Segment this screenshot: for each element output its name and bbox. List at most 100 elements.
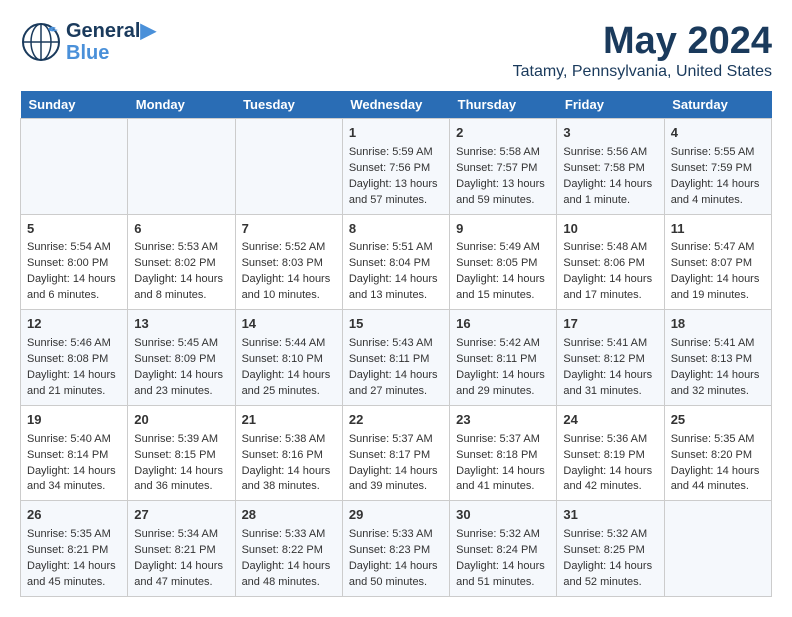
cell-content-line: Daylight: 14 hours and 23 minutes. <box>134 368 228 400</box>
calendar-cell: 31Sunrise: 5:32 AMSunset: 8:25 PMDayligh… <box>557 501 664 597</box>
day-number: 9 <box>456 220 550 239</box>
page-header: General▶ Blue May 2024 Tatamy, Pennsylva… <box>20 20 772 81</box>
cell-content-line: Sunset: 8:02 PM <box>134 256 228 272</box>
calendar-cell: 9Sunrise: 5:49 AMSunset: 8:05 PMDaylight… <box>450 214 557 310</box>
calendar-cell: 13Sunrise: 5:45 AMSunset: 8:09 PMDayligh… <box>128 310 235 406</box>
cell-content-line: Daylight: 14 hours and 42 minutes. <box>563 464 657 496</box>
calendar-cell: 6Sunrise: 5:53 AMSunset: 8:02 PMDaylight… <box>128 214 235 310</box>
calendar-week-row: 19Sunrise: 5:40 AMSunset: 8:14 PMDayligh… <box>21 405 772 501</box>
cell-content-line: Sunrise: 5:45 AM <box>134 336 228 352</box>
calendar-cell: 22Sunrise: 5:37 AMSunset: 8:17 PMDayligh… <box>342 405 449 501</box>
calendar-cell: 16Sunrise: 5:42 AMSunset: 8:11 PMDayligh… <box>450 310 557 406</box>
day-number: 3 <box>563 124 657 143</box>
day-number: 11 <box>671 220 765 239</box>
cell-content-line: Sunrise: 5:38 AM <box>242 432 336 448</box>
cell-content-line: Sunset: 8:11 PM <box>349 352 443 368</box>
cell-content-line: Sunrise: 5:47 AM <box>671 240 765 256</box>
cell-content-line: Sunset: 8:17 PM <box>349 448 443 464</box>
day-number: 20 <box>134 411 228 430</box>
calendar-header-row: SundayMondayTuesdayWednesdayThursdayFrid… <box>21 91 772 119</box>
cell-content-line: Sunset: 8:18 PM <box>456 448 550 464</box>
day-number: 22 <box>349 411 443 430</box>
cell-content-line: Daylight: 14 hours and 27 minutes. <box>349 368 443 400</box>
calendar-cell: 21Sunrise: 5:38 AMSunset: 8:16 PMDayligh… <box>235 405 342 501</box>
cell-content-line: Sunset: 8:21 PM <box>27 543 121 559</box>
cell-content-line: Sunset: 8:21 PM <box>134 543 228 559</box>
cell-content-line: Sunrise: 5:42 AM <box>456 336 550 352</box>
cell-content-line: Sunrise: 5:53 AM <box>134 240 228 256</box>
cell-content-line: Sunset: 8:14 PM <box>27 448 121 464</box>
calendar-cell: 30Sunrise: 5:32 AMSunset: 8:24 PMDayligh… <box>450 501 557 597</box>
calendar-cell <box>21 119 128 215</box>
cell-content-line: Daylight: 14 hours and 10 minutes. <box>242 272 336 304</box>
calendar-cell: 8Sunrise: 5:51 AMSunset: 8:04 PMDaylight… <box>342 214 449 310</box>
cell-content-line: Sunrise: 5:43 AM <box>349 336 443 352</box>
cell-content-line: Sunrise: 5:46 AM <box>27 336 121 352</box>
cell-content-line: Sunset: 8:19 PM <box>563 448 657 464</box>
calendar-cell: 14Sunrise: 5:44 AMSunset: 8:10 PMDayligh… <box>235 310 342 406</box>
calendar-cell: 18Sunrise: 5:41 AMSunset: 8:13 PMDayligh… <box>664 310 771 406</box>
cell-content-line: Daylight: 14 hours and 51 minutes. <box>456 559 550 591</box>
cell-content-line: Daylight: 14 hours and 39 minutes. <box>349 464 443 496</box>
cell-content-line: Daylight: 13 hours and 59 minutes. <box>456 177 550 209</box>
calendar-cell: 27Sunrise: 5:34 AMSunset: 8:21 PMDayligh… <box>128 501 235 597</box>
month-title: May 2024 <box>513 20 772 63</box>
day-number: 4 <box>671 124 765 143</box>
cell-content-line: Daylight: 14 hours and 45 minutes. <box>27 559 121 591</box>
cell-content-line: Daylight: 14 hours and 19 minutes. <box>671 272 765 304</box>
header-saturday: Saturday <box>664 91 771 119</box>
day-number: 16 <box>456 315 550 334</box>
day-number: 17 <box>563 315 657 334</box>
cell-content-line: Sunset: 8:23 PM <box>349 543 443 559</box>
cell-content-line: Sunset: 7:58 PM <box>563 161 657 177</box>
day-number: 28 <box>242 506 336 525</box>
day-number: 15 <box>349 315 443 334</box>
cell-content-line: Sunrise: 5:58 AM <box>456 145 550 161</box>
calendar-cell: 10Sunrise: 5:48 AMSunset: 8:06 PMDayligh… <box>557 214 664 310</box>
day-number: 8 <box>349 220 443 239</box>
calendar-cell <box>235 119 342 215</box>
cell-content-line: Sunrise: 5:41 AM <box>671 336 765 352</box>
header-tuesday: Tuesday <box>235 91 342 119</box>
day-number: 29 <box>349 506 443 525</box>
cell-content-line: Daylight: 14 hours and 4 minutes. <box>671 177 765 209</box>
logo-globe-icon <box>20 21 62 63</box>
header-wednesday: Wednesday <box>342 91 449 119</box>
cell-content-line: Sunrise: 5:36 AM <box>563 432 657 448</box>
calendar-cell: 29Sunrise: 5:33 AMSunset: 8:23 PMDayligh… <box>342 501 449 597</box>
cell-content-line: Sunrise: 5:59 AM <box>349 145 443 161</box>
cell-content-line: Sunset: 8:03 PM <box>242 256 336 272</box>
cell-content-line: Sunrise: 5:34 AM <box>134 527 228 543</box>
cell-content-line: Sunset: 8:12 PM <box>563 352 657 368</box>
cell-content-line: Daylight: 14 hours and 25 minutes. <box>242 368 336 400</box>
cell-content-line: Sunset: 8:24 PM <box>456 543 550 559</box>
cell-content-line: Sunrise: 5:54 AM <box>27 240 121 256</box>
cell-content-line: Daylight: 14 hours and 13 minutes. <box>349 272 443 304</box>
cell-content-line: Sunset: 8:13 PM <box>671 352 765 368</box>
cell-content-line: Sunrise: 5:33 AM <box>349 527 443 543</box>
day-number: 10 <box>563 220 657 239</box>
day-number: 5 <box>27 220 121 239</box>
location-title: Tatamy, Pennsylvania, United States <box>513 63 772 81</box>
day-number: 21 <box>242 411 336 430</box>
cell-content-line: Sunset: 8:16 PM <box>242 448 336 464</box>
cell-content-line: Daylight: 14 hours and 44 minutes. <box>671 464 765 496</box>
calendar-week-row: 12Sunrise: 5:46 AMSunset: 8:08 PMDayligh… <box>21 310 772 406</box>
day-number: 18 <box>671 315 765 334</box>
cell-content-line: Sunrise: 5:37 AM <box>456 432 550 448</box>
cell-content-line: Sunrise: 5:52 AM <box>242 240 336 256</box>
calendar-cell <box>128 119 235 215</box>
cell-content-line: Sunset: 7:59 PM <box>671 161 765 177</box>
cell-content-line: Sunrise: 5:49 AM <box>456 240 550 256</box>
cell-content-line: Sunset: 8:04 PM <box>349 256 443 272</box>
cell-content-line: Daylight: 14 hours and 8 minutes. <box>134 272 228 304</box>
day-number: 19 <box>27 411 121 430</box>
cell-content-line: Daylight: 13 hours and 57 minutes. <box>349 177 443 209</box>
calendar-cell: 7Sunrise: 5:52 AMSunset: 8:03 PMDaylight… <box>235 214 342 310</box>
calendar-cell: 23Sunrise: 5:37 AMSunset: 8:18 PMDayligh… <box>450 405 557 501</box>
cell-content-line: Sunset: 8:20 PM <box>671 448 765 464</box>
logo-text: General▶ <box>66 20 156 42</box>
cell-content-line: Sunrise: 5:35 AM <box>27 527 121 543</box>
calendar-cell: 5Sunrise: 5:54 AMSunset: 8:00 PMDaylight… <box>21 214 128 310</box>
day-number: 1 <box>349 124 443 143</box>
